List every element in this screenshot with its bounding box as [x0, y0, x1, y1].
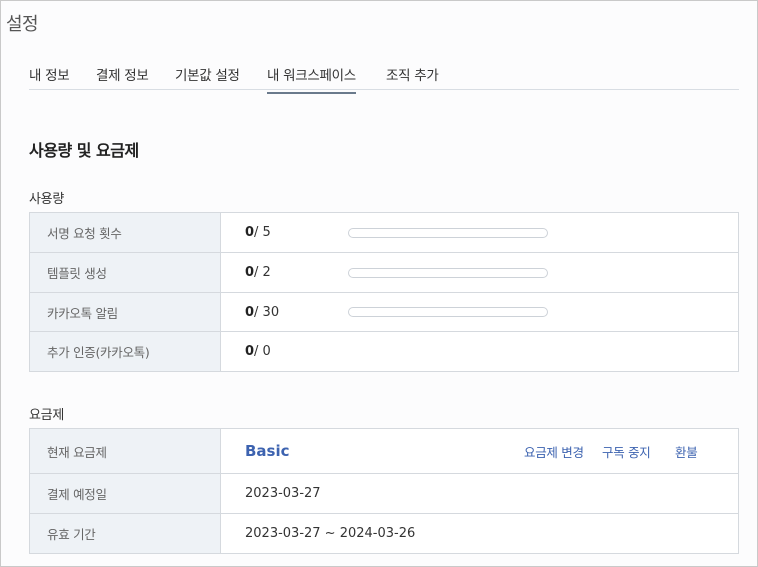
tab-add-organization[interactable]: 조직 추가: [386, 64, 439, 92]
usage-row-templates: 템플릿 생성 0 / 2: [30, 253, 738, 293]
page-title: 설정: [6, 14, 39, 35]
settings-window: 설정 내 정보 결제 정보 기본값 설정 내 워크스페이스 조직 추가 사용량 …: [0, 0, 758, 567]
plan-row-current: 현재 요금제 Basic 요금제 변경 구독 중지 환불: [30, 429, 738, 474]
usage-used-count: 0: [245, 304, 255, 320]
usage-row-value: 0 / 5: [221, 213, 738, 252]
usage-limit: / 5: [254, 225, 271, 240]
usage-table: 서명 요청 횟수 0 / 5 템플릿 생성 0 / 2 카카오톡 알림 0 / …: [29, 212, 739, 372]
usage-row-label: 카카오톡 알림: [30, 293, 221, 331]
plan-row-valid-period: 유효 기간 2023-03-27 ~ 2024-03-26: [30, 514, 738, 553]
plan-period-value: 2023-03-27 ~ 2024-03-26: [245, 526, 416, 541]
usage-row-label: 템플릿 생성: [30, 253, 221, 292]
plan-table: 현재 요금제 Basic 요금제 변경 구독 중지 환불 결제 예정일 2023…: [29, 428, 739, 554]
usage-used-count: 0: [245, 344, 255, 359]
change-plan-link[interactable]: 요금제 변경: [524, 442, 584, 461]
usage-row-label: 서명 요청 횟수: [30, 213, 221, 252]
usage-limit: / 2: [254, 265, 271, 280]
usage-progress-bar: [348, 307, 548, 317]
plan-current-value-cell: Basic 요금제 변경 구독 중지 환불: [221, 429, 738, 473]
tab-my-workspace[interactable]: 내 워크스페이스: [267, 64, 356, 94]
usage-limit: / 30: [254, 304, 280, 320]
usage-row-extra-auth: 추가 인증(카카오톡) 0 / 0: [30, 332, 738, 371]
usage-used-count: 0: [245, 265, 255, 280]
plan-payment-label: 결제 예정일: [30, 474, 221, 513]
plan-payment-value: 2023-03-27: [245, 486, 321, 501]
tab-my-info[interactable]: 내 정보: [29, 64, 70, 92]
tab-bar: 내 정보 결제 정보 기본값 설정 내 워크스페이스 조직 추가: [29, 59, 739, 94]
plan-title: 요금제: [29, 408, 64, 423]
usage-row-value: 0 / 0: [221, 332, 738, 371]
tab-default-settings[interactable]: 기본값 설정: [175, 64, 240, 92]
plan-row-payment-date: 결제 예정일 2023-03-27: [30, 474, 738, 514]
usage-row-signature-requests: 서명 요청 횟수 0 / 5: [30, 213, 738, 253]
usage-row-value: 0 / 2: [221, 253, 738, 292]
usage-row-value: 0 / 30: [221, 293, 738, 331]
usage-limit: / 0: [254, 344, 271, 359]
plan-period-label: 유효 기간: [30, 514, 221, 553]
section-title: 사용량 및 요금제: [29, 141, 139, 160]
usage-progress-bar: [348, 227, 548, 238]
usage-row-label: 추가 인증(카카오톡): [30, 332, 221, 371]
usage-title: 사용량: [29, 192, 64, 207]
tab-payment-info[interactable]: 결제 정보: [96, 64, 149, 92]
plan-name: Basic: [245, 442, 290, 460]
usage-row-kakao-alerts: 카카오톡 알림 0 / 30: [30, 293, 738, 332]
usage-used-count: 0: [245, 225, 255, 240]
cancel-subscription-link[interactable]: 구독 중지: [602, 442, 651, 461]
plan-current-label: 현재 요금제: [30, 429, 221, 473]
usage-progress-bar: [348, 267, 548, 278]
refund-link[interactable]: 환불: [675, 442, 698, 461]
